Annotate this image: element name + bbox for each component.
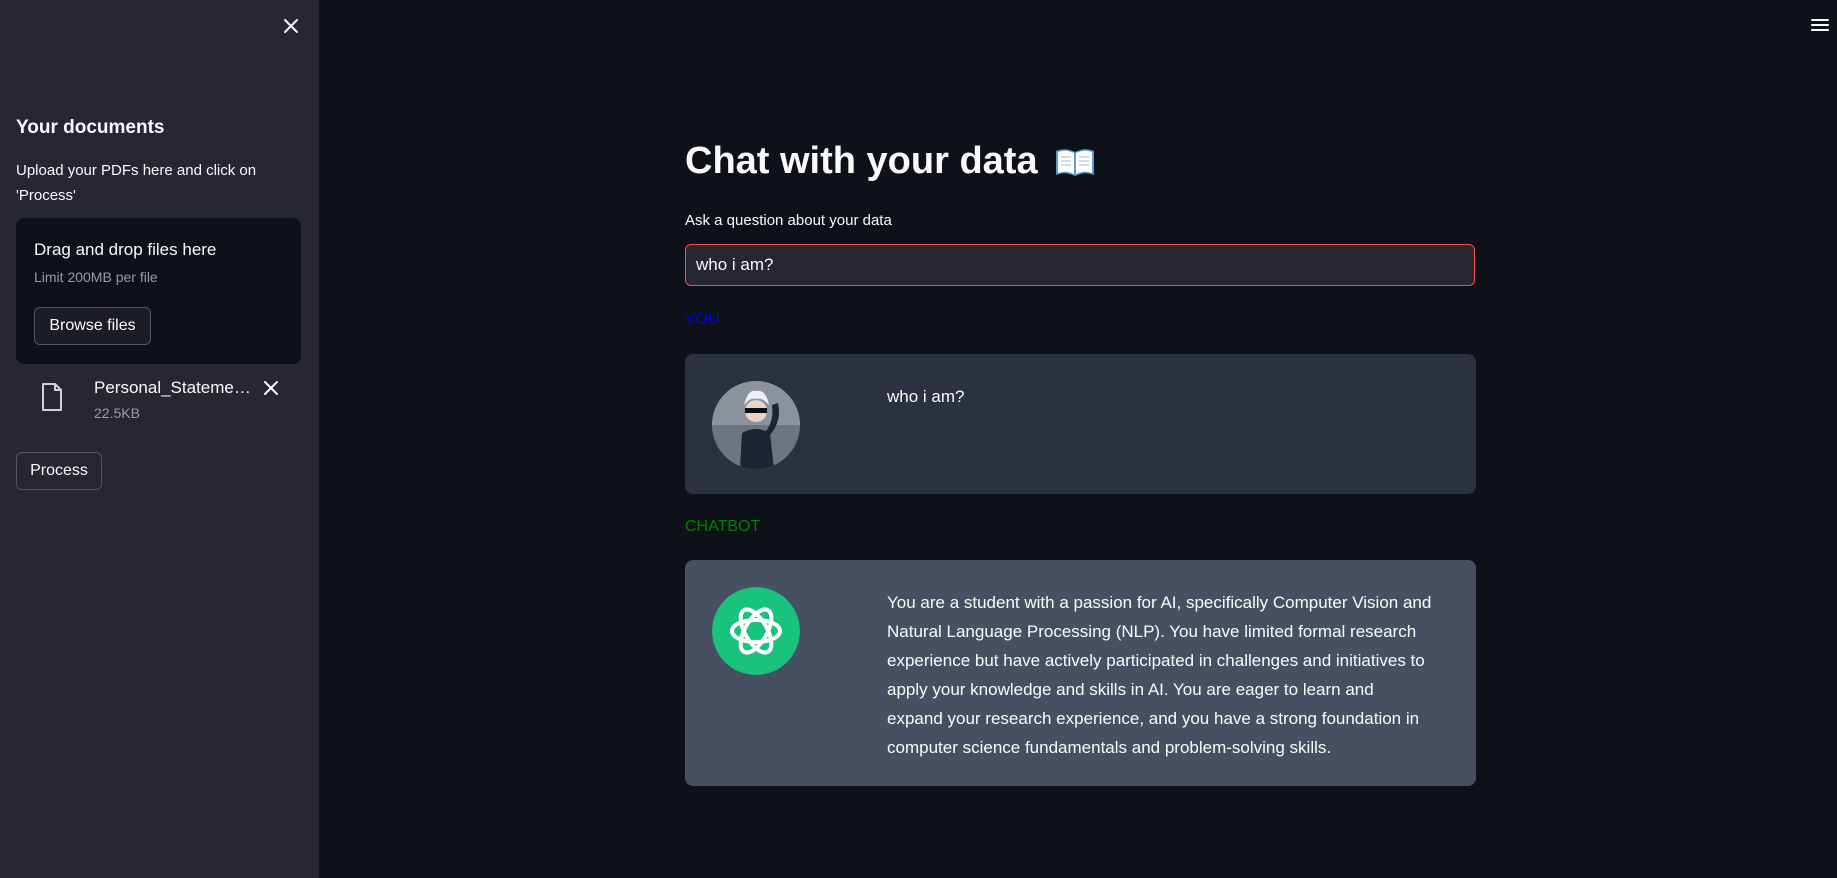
user-avatar xyxy=(712,381,800,469)
page-title-text: Chat with your data xyxy=(685,140,1038,182)
user-label: YOU xyxy=(685,311,720,328)
uploaded-file-name: Personal_Statement.pdf xyxy=(94,378,260,397)
sidebar: Your documents Upload your PDFs here and… xyxy=(0,0,319,878)
hamburger-menu-icon[interactable] xyxy=(1810,16,1830,34)
uploaded-file-size: 22.5KB xyxy=(94,405,140,421)
browse-files-button[interactable]: Browse files xyxy=(34,307,151,345)
chatbot-message-card: You are a student with a passion for AI,… xyxy=(685,560,1476,786)
page-title: Chat with your data xyxy=(685,140,1096,183)
sidebar-description: Upload your PDFs here and click on 'Proc… xyxy=(16,162,257,204)
file-icon xyxy=(40,382,64,412)
question-input[interactable] xyxy=(685,244,1475,286)
open-book-icon xyxy=(1054,145,1096,179)
process-button[interactable]: Process xyxy=(16,452,102,490)
user-message-card: who i am? xyxy=(685,354,1476,494)
close-sidebar-icon[interactable] xyxy=(279,14,303,38)
remove-file-icon[interactable] xyxy=(262,379,280,397)
chatbot-label: CHATBOT xyxy=(685,518,761,535)
dropzone-title: Drag and drop files here xyxy=(34,240,217,259)
dropzone-limit: Limit 200MB per file xyxy=(34,269,158,285)
chatbot-message-text: You are a student with a passion for AI,… xyxy=(887,593,1432,757)
question-label: Ask a question about your data xyxy=(685,212,892,229)
file-dropzone[interactable]: Drag and drop files here Limit 200MB per… xyxy=(16,218,301,364)
sidebar-title: Your documents xyxy=(16,117,165,138)
user-message-text: who i am? xyxy=(887,387,965,406)
openai-logo-icon xyxy=(712,587,800,675)
